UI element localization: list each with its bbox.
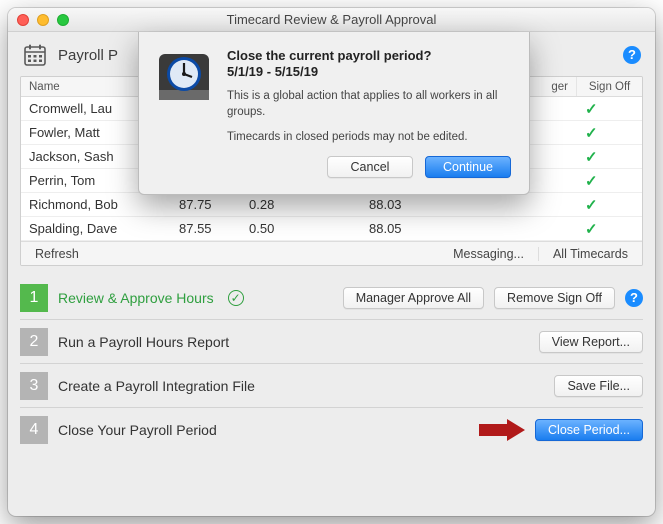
table-row[interactable]: Richmond, Bob 87.75 0.28 88.03 ✓ [21, 193, 642, 217]
signoff-check-icon: ✓ [577, 196, 642, 214]
signoff-check-icon: ✓ [577, 148, 642, 166]
signoff-check-icon: ✓ [577, 220, 642, 238]
manager-approve-all-button[interactable]: Manager Approve All [343, 287, 484, 309]
col-signoff[interactable]: Sign Off [577, 77, 642, 96]
window-title: Timecard Review & Payroll Approval [8, 8, 655, 32]
step-label: Run a Payroll Hours Report [58, 334, 229, 350]
signoff-check-icon: ✓ [577, 100, 642, 118]
window-close-button[interactable] [17, 14, 29, 26]
step-label: Create a Payroll Integration File [58, 378, 255, 394]
help-icon[interactable]: ? [623, 46, 641, 64]
titlebar: Timecard Review & Payroll Approval [8, 8, 655, 32]
cell-name: Spalding, Dave [21, 221, 171, 236]
cancel-button[interactable]: Cancel [327, 156, 413, 178]
confirm-dialog: Close the current payroll period? 5/1/19… [138, 32, 530, 195]
dialog-date-range: 5/1/19 - 5/15/19 [227, 64, 511, 79]
table-row[interactable]: Spalding, Dave 87.55 0.50 88.05 ✓ [21, 217, 642, 241]
step-4: 4 Close Your Payroll Period Close Period… [20, 408, 643, 452]
signoff-check-icon: ✓ [577, 172, 642, 190]
close-period-button[interactable]: Close Period... [535, 419, 643, 441]
dialog-title: Close the current payroll period? [227, 48, 511, 63]
dialog-message: This is a global action that applies to … [227, 89, 511, 120]
window-zoom-button[interactable] [57, 14, 69, 26]
callout-arrow-icon [479, 419, 525, 441]
step-label: Close Your Payroll Period [58, 422, 217, 438]
dialog-message: Timecards in closed periods may not be e… [227, 130, 511, 146]
step-number: 1 [20, 284, 48, 312]
step-number: 2 [20, 328, 48, 356]
step-label: Review & Approve Hours [58, 290, 214, 306]
step-number: 3 [20, 372, 48, 400]
app-window: Timecard Review & Payroll Approval Payro… [8, 8, 655, 516]
calendar-icon [22, 43, 48, 67]
step-1: 1 Review & Approve Hours ✓ Manager Appro… [20, 276, 643, 320]
step-number: 4 [20, 416, 48, 444]
continue-button[interactable]: Continue [425, 156, 511, 178]
step-3: 3 Create a Payroll Integration File Save… [20, 364, 643, 408]
timeclock-icon [155, 48, 213, 106]
help-icon[interactable]: ? [625, 289, 643, 307]
refresh-button[interactable]: Refresh [21, 247, 93, 261]
remove-sign-off-button[interactable]: Remove Sign Off [494, 287, 615, 309]
messaging-button[interactable]: Messaging... [439, 247, 538, 261]
step-complete-icon: ✓ [228, 290, 244, 306]
window-controls [17, 14, 69, 26]
window-minimize-button[interactable] [37, 14, 49, 26]
view-report-button[interactable]: View Report... [539, 331, 643, 353]
all-timecards-button[interactable]: All Timecards [538, 247, 642, 261]
signoff-check-icon: ✓ [577, 124, 642, 142]
step-2: 2 Run a Payroll Hours Report View Report… [20, 320, 643, 364]
cell-name: Richmond, Bob [21, 197, 171, 212]
save-file-button[interactable]: Save File... [554, 375, 643, 397]
